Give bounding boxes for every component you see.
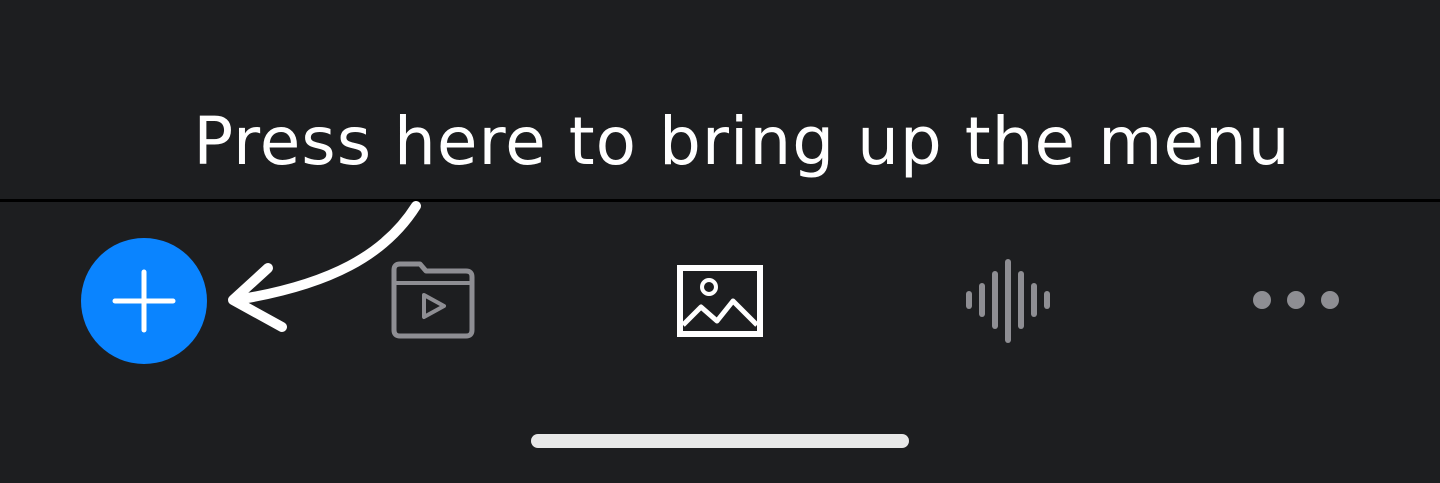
audio-waveform-icon	[966, 259, 1050, 343]
add-button[interactable]	[81, 238, 207, 364]
plus-icon	[112, 269, 176, 333]
tab-more[interactable]	[1248, 288, 1344, 312]
tab-videos[interactable]	[386, 258, 478, 344]
photo-icon	[677, 265, 763, 337]
video-folder-icon	[391, 261, 475, 339]
annotation-text: Press here to bring up the menu	[193, 103, 1291, 180]
more-icon	[1253, 291, 1339, 309]
tab-photos[interactable]	[677, 265, 763, 337]
tab-audio[interactable]	[962, 256, 1054, 346]
home-indicator[interactable]	[531, 434, 909, 448]
